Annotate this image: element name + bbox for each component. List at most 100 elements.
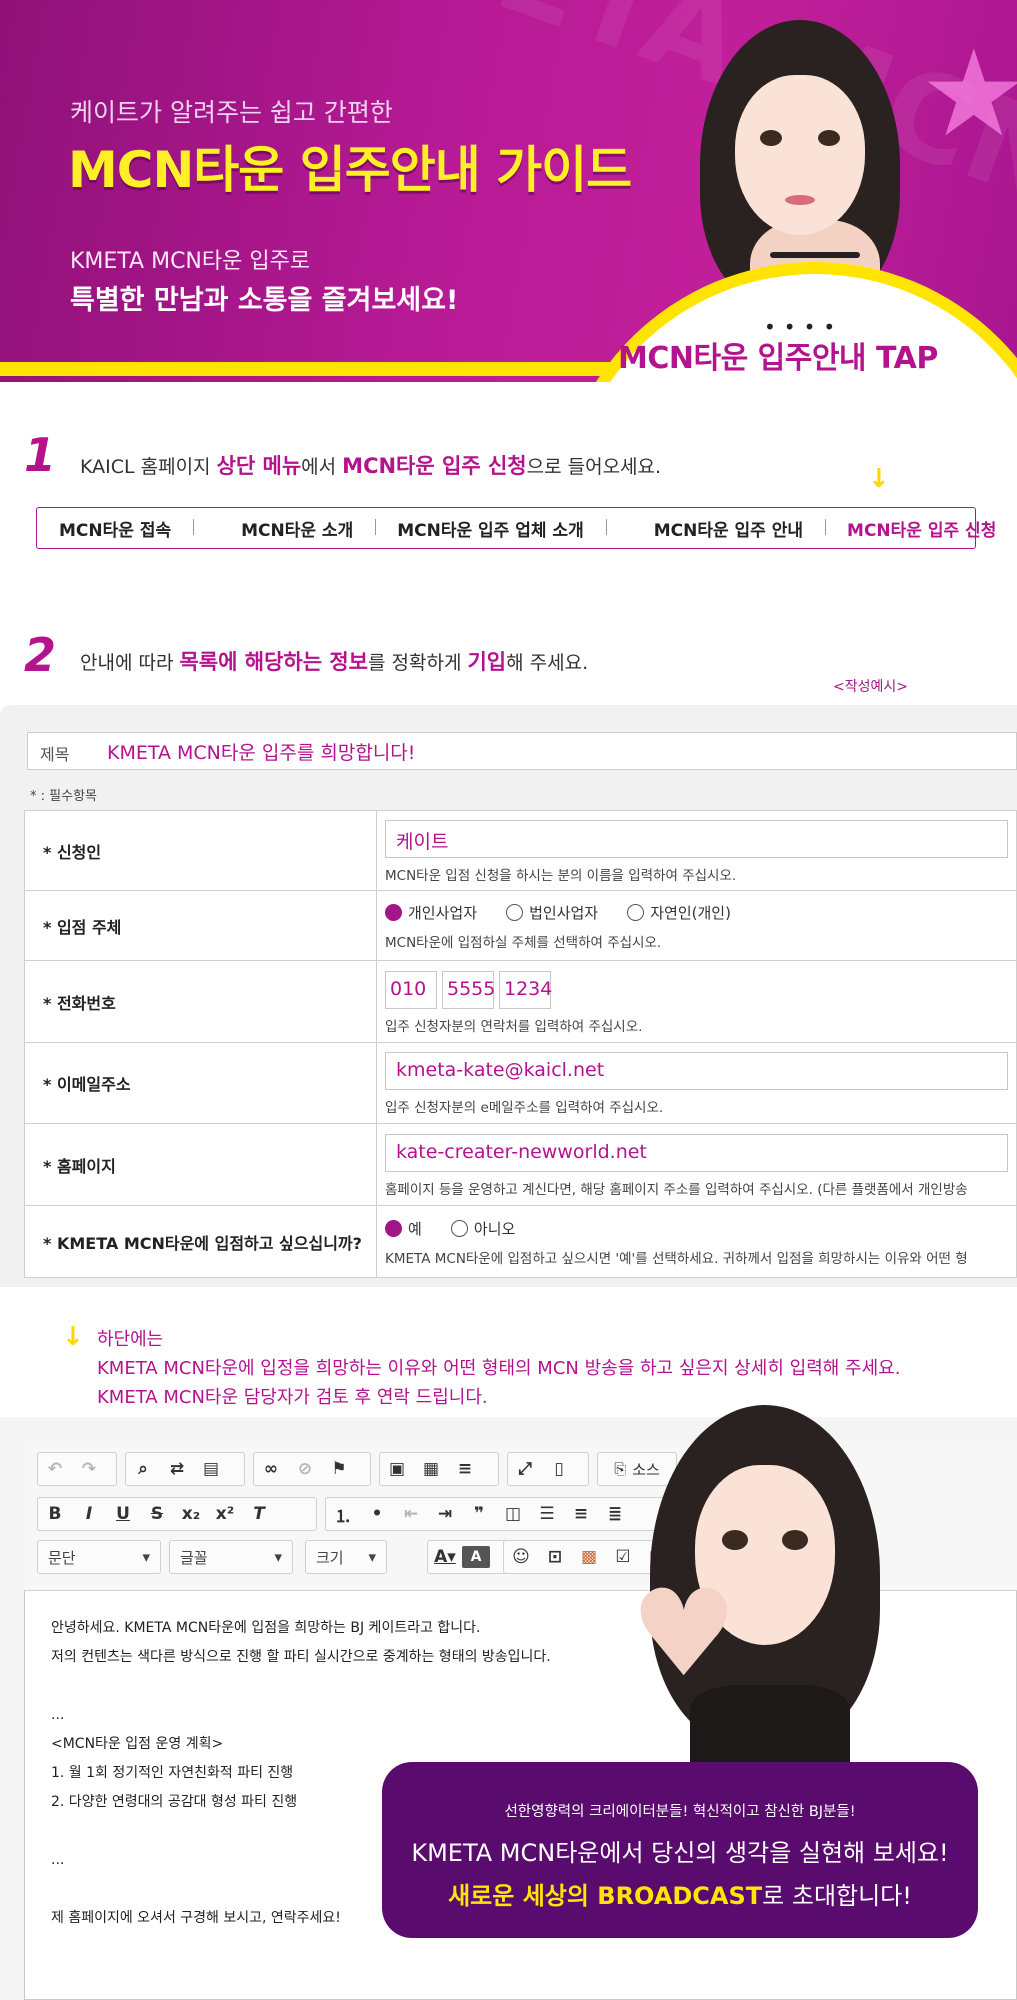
wish-radio-yes[interactable]: 예	[385, 1218, 422, 1239]
phone-input-1[interactable]: 010	[385, 970, 437, 1009]
character-illustration-heart: ♥	[630, 1405, 930, 1765]
phone-label: * 전화번호	[24, 960, 377, 1043]
toolbar-group-format: B I U Sx₂ x² T	[37, 1497, 317, 1531]
background-color-icon[interactable]: A	[462, 1546, 490, 1568]
undo-icon[interactable]: ↶	[38, 1453, 72, 1485]
subject-input-value[interactable]: KMETA MCN타운 입주를 희망합니다!	[107, 738, 415, 765]
email-label: * 이메일주소	[24, 1042, 377, 1124]
mobile-preview-icon[interactable]: ▯	[542, 1453, 576, 1485]
font-family-select[interactable]: 글꼴 ▾	[169, 1540, 293, 1574]
note-line2: KMETA MCN타운에 입정을 희망하는 이유와 어떤 형태의 MCN 방송을…	[97, 1358, 901, 1379]
step2-text-c: 를 정확하게	[368, 652, 468, 674]
chevron-down-icon: ▾	[142, 1548, 150, 1566]
table-row: * 신청인 케이트 MCN타운 입점 신청을 하시는 분의 이름을 입력하여 주…	[24, 810, 1017, 891]
step2-number: 2	[24, 628, 57, 682]
toolbar-group-insert: ▣ ▦ ≡	[379, 1452, 499, 1486]
link-icon[interactable]: ∞	[254, 1453, 288, 1485]
phone-input-3[interactable]: 1234	[499, 970, 552, 1009]
phone-input-2[interactable]: 5555	[442, 970, 495, 1009]
redo-icon[interactable]: ↷	[72, 1453, 106, 1485]
table-row: * 입점 주체 개인사업자 법인사업자 자연인(개인) MCN타운에 입점하실 …	[24, 890, 1017, 961]
step2-text-b: 목록에 해당하는 정보	[179, 650, 368, 674]
radio-dot	[627, 904, 645, 921]
entity-radio-person[interactable]: 자연인(개인)	[627, 902, 731, 923]
font-select-label: 글꼴	[180, 1548, 208, 1567]
superscript-icon[interactable]: x²	[208, 1498, 242, 1530]
anchor-flag-icon[interactable]: ⚑	[322, 1453, 356, 1485]
outdent-icon[interactable]: ⇤	[394, 1498, 428, 1530]
email-input[interactable]: kmeta-kate@kaicl.net	[385, 1052, 1008, 1090]
align-center-icon[interactable]: ≡	[564, 1498, 598, 1530]
menu-bar-mock: MCN타운 접속 MCN타운 소개 MCN타운 입주 업체 소개 MCN타운 입…	[36, 507, 996, 549]
hero-title: MCN타운 입주안내 가이드	[68, 141, 632, 199]
bold-icon[interactable]: B	[38, 1498, 72, 1530]
homepage-input[interactable]: kate-creater-newworld.net	[385, 1133, 1008, 1172]
photo-icon[interactable]: ⊡	[538, 1541, 572, 1573]
required-note: * : 필수항목	[30, 789, 97, 804]
underline-icon[interactable]: U	[106, 1498, 140, 1530]
example-label: <작성예시>	[833, 679, 908, 695]
promo-line3: 새로운 세상의 BROADCAST로 초대합니다!	[382, 1876, 978, 1911]
entity-option-label: 자연인(개인)	[650, 904, 731, 922]
homepage-label: * 홈페이지	[24, 1123, 377, 1206]
horizontal-line-icon[interactable]: ≡	[448, 1453, 482, 1485]
step1-text-a: KAICL 홈페이지	[80, 456, 217, 478]
menu-item-access[interactable]: MCN타운 접속	[37, 516, 193, 541]
homepage-cell: kate-creater-newworld.net 홈페이지 등을 운영하고 계…	[376, 1123, 1017, 1206]
menu-item-intro[interactable]: MCN타운 소개	[193, 516, 375, 541]
paragraph-format-select[interactable]: 문단 ▾	[37, 1540, 161, 1574]
wish-cell: 예 아니오 KMETA MCN타운에 입점하고 싶으시면 '예'를 선택하세요.…	[376, 1205, 1017, 1278]
subject-label: 제목	[40, 745, 70, 764]
wish-radio-no[interactable]: 아니오	[450, 1218, 515, 1239]
emoji-icon[interactable]: ☺	[504, 1541, 538, 1573]
bottom-note: 하단에는 KMETA MCN타운에 입정을 희망하는 이유와 어떤 형태의 MC…	[97, 1325, 900, 1412]
select-all-icon[interactable]: ▤	[194, 1453, 228, 1485]
wish-label: * KMETA MCN타운에 입점하고 싶으십니까?	[24, 1205, 377, 1278]
entity-option-label: 개인사업자	[408, 904, 478, 922]
email-cell: kmeta-kate@kaicl.net 입주 신청자분의 e메일주소를 입력하…	[376, 1042, 1017, 1124]
source-doc-icon: ⎘	[614, 1460, 627, 1478]
table-row: * 이메일주소 kmeta-kate@kaicl.net 입주 신청자분의 e메…	[24, 1042, 1017, 1124]
applicant-input[interactable]: 케이트	[385, 819, 1008, 858]
div-container-icon[interactable]: ◫	[496, 1498, 530, 1530]
replace-icon[interactable]: ⇄	[160, 1453, 194, 1485]
hero-line2: 특별한 만남과 소통을 즐겨보세요!	[70, 285, 459, 316]
unlink-icon[interactable]: ⊘	[288, 1453, 322, 1485]
entity-help: MCN타운에 입점하실 주체를 선택하여 주십시오.	[385, 935, 662, 951]
maximize-icon[interactable]: ⤢	[508, 1453, 542, 1485]
menu-item-apply[interactable]: MCN타운 입주 신청	[825, 516, 1017, 541]
indent-icon[interactable]: ⇥	[428, 1498, 462, 1530]
note-arrow-icon: ↓	[62, 1322, 84, 1352]
menu-item-guide[interactable]: MCN타운 입주 안내	[605, 516, 825, 541]
editor-line: <MCN타운 입점 운영 계획>	[51, 1736, 224, 1752]
radio-dot-checked	[385, 904, 402, 921]
font-size-select[interactable]: 크기 ▾	[305, 1540, 387, 1574]
chevron-down-icon: ▾	[368, 1548, 376, 1566]
remove-format-icon[interactable]: T	[242, 1498, 276, 1530]
subscript-icon[interactable]: x₂	[174, 1498, 208, 1530]
blockquote-icon[interactable]: ❞	[462, 1498, 496, 1530]
entity-radio-corporate[interactable]: 법인사업자	[506, 902, 598, 923]
toolbar-group-view: ⤢ ▯	[507, 1452, 589, 1486]
italic-icon[interactable]: I	[72, 1498, 106, 1530]
text-color-icon[interactable]: A▾	[428, 1541, 462, 1573]
step2-text-e: 해 주세요.	[506, 652, 589, 674]
wish-help: KMETA MCN타운에 입점하고 싶으시면 '예'를 선택하세요. 귀하께서 …	[385, 1251, 968, 1267]
step1-text-b: 상단 메뉴	[216, 454, 302, 478]
sparkle-star-icon: ★	[920, 25, 1017, 164]
strikethrough-icon[interactable]: S	[140, 1498, 174, 1530]
step2-instruction: 안내에 따라 목록에 해당하는 정보를 정확하게 기입해 주세요.	[80, 646, 588, 676]
email-help: 입주 신청자분의 e메일주소를 입력하여 주십시오.	[385, 1100, 664, 1116]
find-icon[interactable]: ⌕	[126, 1453, 160, 1485]
menu-item-companies[interactable]: MCN타운 입주 업체 소개	[375, 516, 606, 541]
bullet-list-icon[interactable]: •	[360, 1498, 394, 1530]
align-right-icon[interactable]: ≣	[598, 1498, 632, 1530]
table-icon[interactable]: ▦	[414, 1453, 448, 1485]
numbered-list-icon[interactable]: ⒈	[326, 1498, 360, 1530]
hero-line1: KMETA MCN타운 입주로	[70, 249, 311, 274]
color-picker-icon[interactable]: ▩	[572, 1541, 606, 1573]
promo-line1: 선한영향력의 크리에이터분들! 혁신적이고 참신한 BJ분들!	[504, 1804, 856, 1820]
entity-radio-individual-business[interactable]: 개인사업자	[385, 902, 477, 923]
image-icon[interactable]: ▣	[380, 1453, 414, 1485]
align-left-icon[interactable]: ☰	[530, 1498, 564, 1530]
